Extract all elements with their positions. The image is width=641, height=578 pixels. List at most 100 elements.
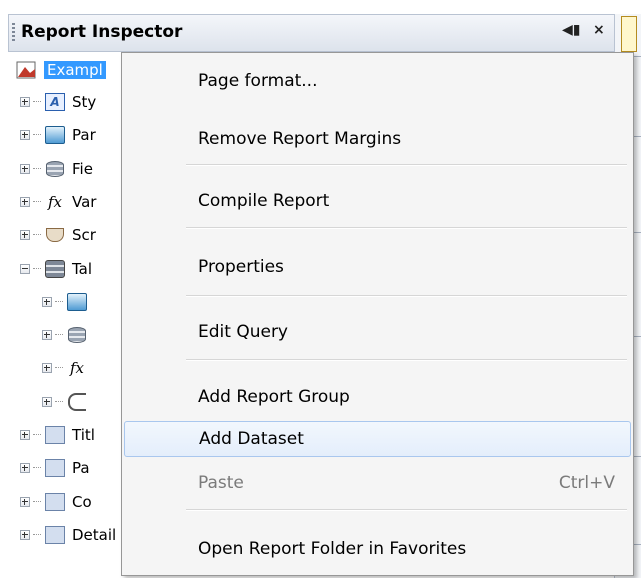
tree-connector bbox=[55, 334, 63, 336]
tree-node[interactable]: Par bbox=[20, 121, 96, 149]
tree-node[interactable]: fx bbox=[42, 354, 94, 382]
tree-connector bbox=[33, 434, 41, 436]
menu-item-remove-report-margins[interactable]: Remove Report Margins bbox=[124, 121, 631, 157]
tree-node-label[interactable]: Sty bbox=[72, 93, 96, 111]
menu-item-open-report-folder-in-favorites[interactable]: Open Report Folder in Favorites bbox=[124, 531, 631, 567]
drag-grip-icon[interactable] bbox=[12, 23, 15, 43]
fields-database-icon bbox=[66, 325, 88, 345]
inspector-titlebar[interactable]: Report Inspector ◀▮ × bbox=[8, 14, 614, 52]
menu-item-properties[interactable]: Properties bbox=[124, 249, 631, 285]
expand-icon[interactable] bbox=[42, 397, 52, 407]
tree-connector bbox=[33, 467, 41, 469]
band-icon-glyph bbox=[45, 493, 65, 511]
tree-connector bbox=[55, 301, 63, 303]
tree-node-label[interactable]: Titl bbox=[72, 426, 95, 444]
tree-node-label[interactable]: Pa bbox=[72, 459, 90, 477]
tree-connector bbox=[55, 367, 63, 369]
menu-separator bbox=[186, 509, 627, 511]
expand-icon[interactable] bbox=[20, 430, 30, 440]
scriptlets-cup-icon bbox=[44, 225, 66, 245]
tree-connector bbox=[55, 401, 63, 403]
menu-item-compile-report[interactable]: Compile Report bbox=[124, 183, 631, 219]
tree-node-label[interactable]: Par bbox=[72, 126, 96, 144]
tree-node[interactable]: Detail bbox=[20, 521, 116, 549]
paste-shortcut: Ctrl+V bbox=[558, 473, 615, 493]
expand-icon[interactable] bbox=[20, 97, 30, 107]
tree-node-label[interactable]: Scr bbox=[72, 226, 96, 244]
tree-connector bbox=[33, 268, 41, 270]
report-document-icon bbox=[16, 60, 38, 80]
menu-item-edit-query[interactable]: Edit Query bbox=[124, 314, 631, 350]
band-icon-glyph bbox=[45, 526, 65, 544]
tree-root-node[interactable]: Exampl bbox=[16, 56, 106, 84]
menu-item-paste[interactable]: Paste Ctrl+V bbox=[124, 465, 631, 501]
band-icon bbox=[44, 458, 66, 478]
menu-item-add-dataset[interactable]: Add Dataset bbox=[124, 421, 631, 457]
fields-database-icon bbox=[44, 159, 66, 179]
tree-node[interactable]: Scr bbox=[20, 221, 96, 249]
function-fx-icon-glyph: fx bbox=[47, 193, 62, 211]
tree-node[interactable] bbox=[42, 388, 94, 416]
tree-node[interactable]: Titl bbox=[20, 421, 95, 449]
table-dataset-icon bbox=[44, 259, 66, 279]
tree-connector bbox=[33, 501, 41, 503]
tree-connector bbox=[33, 201, 41, 203]
band-icon-glyph bbox=[45, 459, 65, 477]
close-panel-button[interactable]: × bbox=[593, 22, 605, 38]
expand-icon[interactable] bbox=[42, 363, 52, 373]
menu-item-page-format[interactable]: Page format... bbox=[124, 63, 631, 99]
expand-icon[interactable] bbox=[20, 164, 30, 174]
expand-icon[interactable] bbox=[20, 130, 30, 140]
fields-database-icon-glyph bbox=[46, 161, 64, 177]
scriptlets-cup-icon-glyph bbox=[46, 228, 64, 242]
parameters-icon-glyph bbox=[67, 293, 87, 311]
parameters-icon bbox=[66, 292, 88, 312]
minimize-panel-button[interactable]: ◀▮ bbox=[562, 22, 580, 38]
band-icon bbox=[44, 525, 66, 545]
tree-node[interactable]: A Sty bbox=[20, 88, 96, 116]
tree-node[interactable]: Co bbox=[20, 488, 92, 516]
styles-icon: A bbox=[44, 92, 66, 112]
menu-separator bbox=[186, 227, 627, 229]
tree-node-label[interactable]: Co bbox=[72, 493, 92, 511]
table-dataset-icon-glyph bbox=[45, 260, 65, 278]
tree-connector bbox=[33, 234, 41, 236]
menu-separator bbox=[186, 164, 627, 166]
tree-node[interactable]: Tal bbox=[20, 255, 92, 283]
tree-node[interactable]: Pa bbox=[20, 454, 90, 482]
tree-node[interactable] bbox=[42, 288, 94, 316]
tree-node-label[interactable]: Tal bbox=[72, 260, 92, 278]
expand-icon[interactable] bbox=[20, 530, 30, 540]
expand-icon[interactable] bbox=[20, 463, 30, 473]
editor-tab-icon[interactable] bbox=[621, 16, 637, 52]
expand-icon[interactable] bbox=[20, 497, 30, 507]
tree-node-label[interactable]: Var bbox=[72, 193, 96, 211]
styles-icon-glyph: A bbox=[45, 93, 65, 111]
tree-connector bbox=[33, 534, 41, 536]
tree-connector bbox=[33, 168, 41, 170]
tree-connector bbox=[33, 101, 41, 103]
tree-root-label[interactable]: Exampl bbox=[44, 61, 106, 79]
expand-icon[interactable] bbox=[20, 230, 30, 240]
panel-title: Report Inspector bbox=[21, 22, 183, 42]
function-fx-icon: fx bbox=[66, 358, 88, 378]
menu-item-add-report-group[interactable]: Add Report Group bbox=[124, 379, 631, 415]
parameters-icon-glyph bbox=[45, 126, 65, 144]
band-icon bbox=[44, 492, 66, 512]
tree-node[interactable] bbox=[42, 321, 94, 349]
expand-icon[interactable] bbox=[42, 330, 52, 340]
tree-node[interactable]: Fie bbox=[20, 155, 93, 183]
tree-node-label[interactable]: Fie bbox=[72, 160, 93, 178]
band-icon bbox=[44, 425, 66, 445]
parameters-icon bbox=[44, 125, 66, 145]
menu-separator bbox=[186, 359, 627, 361]
collapse-icon[interactable] bbox=[20, 264, 30, 274]
tree-node[interactable]: fx Var bbox=[20, 188, 96, 216]
expand-icon[interactable] bbox=[42, 297, 52, 307]
menu-separator bbox=[186, 295, 627, 297]
function-fx-icon-glyph: fx bbox=[69, 359, 84, 377]
tree-node-label[interactable]: Detail bbox=[72, 526, 116, 544]
context-menu: Page format... Remove Report Margins Com… bbox=[121, 52, 634, 576]
expand-icon[interactable] bbox=[20, 197, 30, 207]
tree-connector bbox=[33, 134, 41, 136]
